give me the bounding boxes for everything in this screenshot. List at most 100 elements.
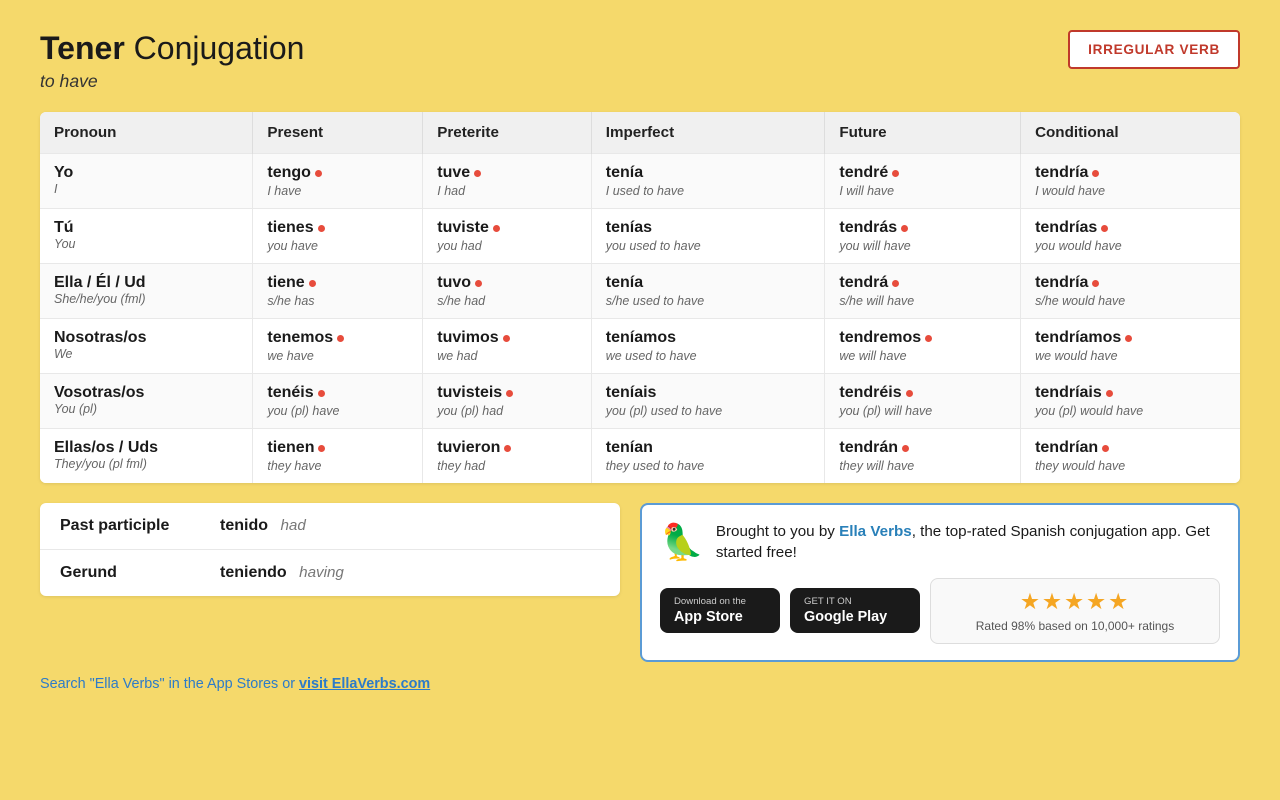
irregular-dot	[1102, 445, 1109, 452]
table-cell: tendrán they will have	[825, 429, 1021, 484]
verb-form: tendrás	[839, 219, 1006, 237]
verb-translation: I have	[267, 184, 408, 198]
verb-translation: s/he will have	[839, 294, 1006, 308]
verb-form: tuvisteis	[437, 384, 577, 402]
table-cell: tienen they have	[253, 429, 423, 484]
pronoun-sub: She/he/you (fml)	[54, 292, 238, 306]
gerund-label: Gerund	[60, 564, 220, 582]
past-participle-translation: had	[280, 517, 305, 534]
ella-verbs-link[interactable]: Ella Verbs	[839, 523, 912, 540]
verb-translation: we have	[267, 349, 408, 363]
verb-translation: s/he used to have	[606, 294, 811, 308]
verb-translation: s/he had	[437, 294, 577, 308]
irregular-dot	[504, 445, 511, 452]
table-cell: tendréis you (pl) will have	[825, 374, 1021, 429]
irregular-dot	[892, 170, 899, 177]
pronoun-sub: You	[54, 237, 238, 251]
table-cell: tenía s/he used to have	[591, 264, 825, 319]
pronoun-main: Yo	[54, 164, 238, 182]
ella-verbs-website-link[interactable]: visit EllaVerbs.com	[299, 676, 430, 692]
verb-form: tenías	[606, 219, 811, 237]
col-header-present: Present	[253, 112, 423, 154]
rating-text: Rated 98% based on 10,000+ ratings	[945, 619, 1205, 633]
verb-translation: we had	[437, 349, 577, 363]
irregular-dot	[906, 390, 913, 397]
table-cell: TúYou	[40, 209, 253, 264]
past-participle-value: tenido had	[220, 517, 306, 535]
table-cell: tendría s/he would have	[1021, 264, 1240, 319]
irregular-dot	[1106, 390, 1113, 397]
verb-translation: they will have	[839, 459, 1006, 473]
verb-form: teníamos	[606, 329, 811, 347]
verb-translation: you (pl) will have	[839, 404, 1006, 418]
table-cell: tuvo s/he had	[423, 264, 592, 319]
table-cell: Vosotras/osYou (pl)	[40, 374, 253, 429]
table-cell: tendrá s/he will have	[825, 264, 1021, 319]
table-cell: tendríamos we would have	[1021, 319, 1240, 374]
table-cell: tenemos we have	[253, 319, 423, 374]
verb-form: tendríais	[1035, 384, 1226, 402]
table-row: Nosotras/osWetenemos we havetuvimos we h…	[40, 319, 1240, 374]
pronoun-sub: You (pl)	[54, 402, 238, 416]
table-cell: tendríais you (pl) would have	[1021, 374, 1240, 429]
table-cell: teníamos we used to have	[591, 319, 825, 374]
irregular-dot	[493, 225, 500, 232]
table-cell: tenían they used to have	[591, 429, 825, 484]
irregular-dot	[892, 280, 899, 287]
verb-form: tenéis	[267, 384, 408, 402]
verb-translation: you would have	[1035, 239, 1226, 253]
table-cell: teníais you (pl) used to have	[591, 374, 825, 429]
verb-translation: they have	[267, 459, 408, 473]
irregular-dot	[902, 445, 909, 452]
table-cell: tiene s/he has	[253, 264, 423, 319]
verb-form: tendré	[839, 164, 1006, 182]
table-cell: tengo I have	[253, 154, 423, 209]
verb-translation: we used to have	[606, 349, 811, 363]
irregular-dot	[1092, 170, 1099, 177]
verb-translation: you (pl) used to have	[606, 404, 811, 418]
verb-translation: you have	[267, 239, 408, 253]
irregular-dot	[475, 280, 482, 287]
irregular-dot	[503, 335, 510, 342]
pronoun-main: Vosotras/os	[54, 384, 238, 402]
pronoun-sub: We	[54, 347, 238, 361]
google-play-small-text: GET IT ON	[804, 596, 852, 607]
verb-translation: you (pl) have	[267, 404, 408, 418]
verb-form: tendríamos	[1035, 329, 1226, 347]
pronoun-sub: I	[54, 182, 238, 196]
title-block: Tener Conjugation to have	[40, 30, 304, 92]
gerund-translation: having	[299, 564, 344, 581]
gerund-value: teniendo having	[220, 564, 344, 582]
page-title: Tener Conjugation	[40, 30, 304, 67]
verb-form: tendría	[1035, 274, 1226, 292]
irregular-dot	[315, 170, 322, 177]
table-cell: YoI	[40, 154, 253, 209]
rating-box: ★★★★★ Rated 98% based on 10,000+ ratings	[930, 578, 1220, 644]
verb-translation: I will have	[839, 184, 1006, 198]
app-store-button[interactable]: Download on the App Store	[660, 588, 780, 633]
verb-form: tendrá	[839, 274, 1006, 292]
verb-form: tenía	[606, 164, 811, 182]
promo-header: 🦜 Brought to you by Ella Verbs, the top-…	[660, 521, 1220, 564]
verb-translation: I had	[437, 184, 577, 198]
verb-form: tendrían	[1035, 439, 1226, 457]
pronoun-main: Tú	[54, 219, 238, 237]
verb-form: tenía	[606, 274, 811, 292]
footer-search: Search "Ella Verbs" in the App Stores or…	[40, 676, 1240, 692]
verb-translation: I would have	[1035, 184, 1226, 198]
verb-translation: you (pl) had	[437, 404, 577, 418]
bottom-section: Past participle tenido had Gerund tenien…	[40, 503, 1240, 662]
table-cell: tendría I would have	[1021, 154, 1240, 209]
verb-form: tendremos	[839, 329, 1006, 347]
table-row: YoItengo I havetuve I hadtenía I used to…	[40, 154, 1240, 209]
participle-box: Past participle tenido had Gerund tenien…	[40, 503, 620, 596]
irregular-dot	[1092, 280, 1099, 287]
table-row: Ella / Él / UdShe/he/you (fml)tiene s/he…	[40, 264, 1240, 319]
table-cell: tendré I will have	[825, 154, 1021, 209]
verb-form: teníais	[606, 384, 811, 402]
verb-translation: they would have	[1035, 459, 1226, 473]
irregular-verb-badge: IRREGULAR VERB	[1068, 30, 1240, 69]
google-play-button[interactable]: GET IT ON Google Play	[790, 588, 920, 633]
verb-form: tendrán	[839, 439, 1006, 457]
verb-form: tenían	[606, 439, 811, 457]
